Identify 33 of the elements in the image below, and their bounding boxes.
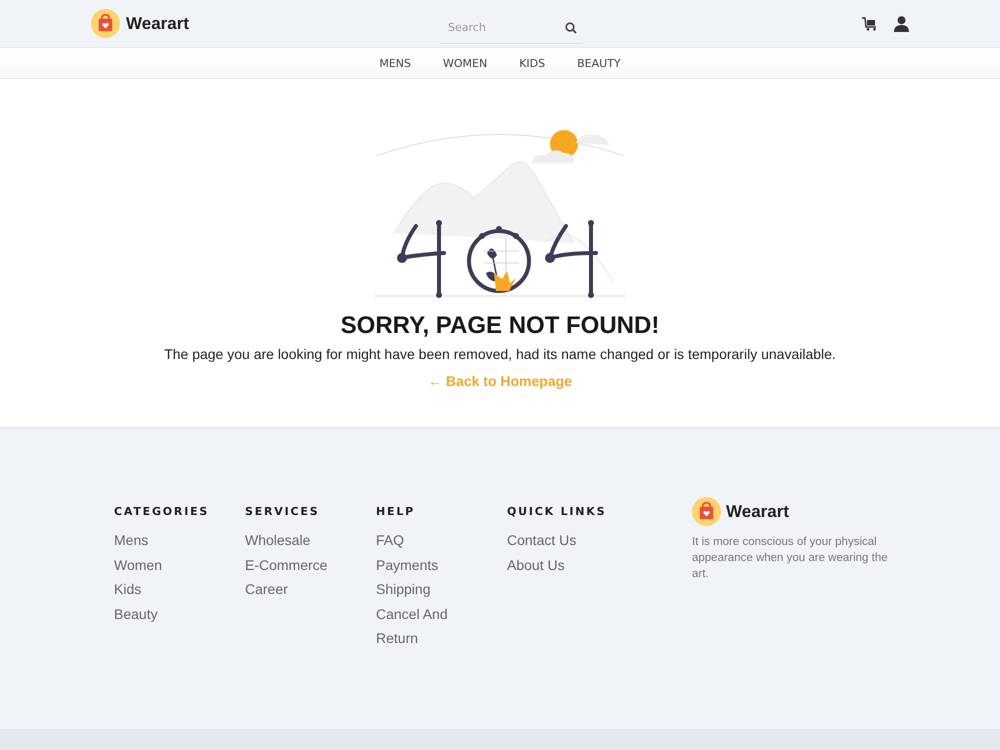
footer-link[interactable]: Career [245, 581, 376, 606]
footer-link[interactable]: FAQ [376, 532, 507, 556]
footer-link[interactable]: E-Commerce [245, 556, 376, 581]
nav-link[interactable]: KIDS [503, 56, 562, 70]
search-icon[interactable] [565, 22, 577, 34]
footer-link[interactable]: About Us [507, 556, 638, 581]
brand-name[interactable]: Wearart [126, 14, 189, 34]
nav-link[interactable]: MENS [363, 56, 427, 70]
footer-link[interactable]: Return [376, 630, 507, 654]
footer-heading: HELP [376, 505, 416, 518]
footer-link[interactable]: Shipping [376, 581, 507, 606]
footer-link[interactable]: Kids [114, 581, 245, 606]
nav-link[interactable]: WOMEN [427, 56, 504, 70]
shopping-bag-logo-icon [692, 497, 721, 526]
search-field[interactable]: Search [440, 12, 583, 44]
error-title: SORRY, PAGE NOT FOUND! [340, 312, 660, 340]
footer-heading: CATEGORIES [114, 505, 210, 518]
user-icon[interactable] [894, 16, 909, 32]
footer-link[interactable]: Contact Us [507, 532, 638, 556]
footer-heading: QUICK LINKS [507, 505, 608, 518]
footer-heading: SERVICES [245, 505, 320, 518]
footer-brand-name: Wearart [726, 502, 789, 522]
footer-link[interactable]: Beauty [114, 606, 245, 630]
footer-link[interactable]: Wholesale [245, 532, 376, 556]
footer-link[interactable]: Payments [376, 556, 507, 581]
nav-link[interactable]: BEAUTY [561, 56, 637, 70]
footer-link[interactable]: Mens [114, 532, 245, 556]
shopping-bag-logo-icon [91, 9, 120, 38]
error-message: The page you are looking for might have been removed, had its name changed or is temporarily unavailable. [164, 346, 836, 362]
cart-icon[interactable] [862, 16, 878, 30]
footer-link[interactable]: Cancel And [376, 606, 507, 630]
footer-link[interactable]: Women [114, 556, 245, 581]
footer-tagline: It is more conscious of your physical appearance when you are wearing the art. [692, 535, 889, 582]
